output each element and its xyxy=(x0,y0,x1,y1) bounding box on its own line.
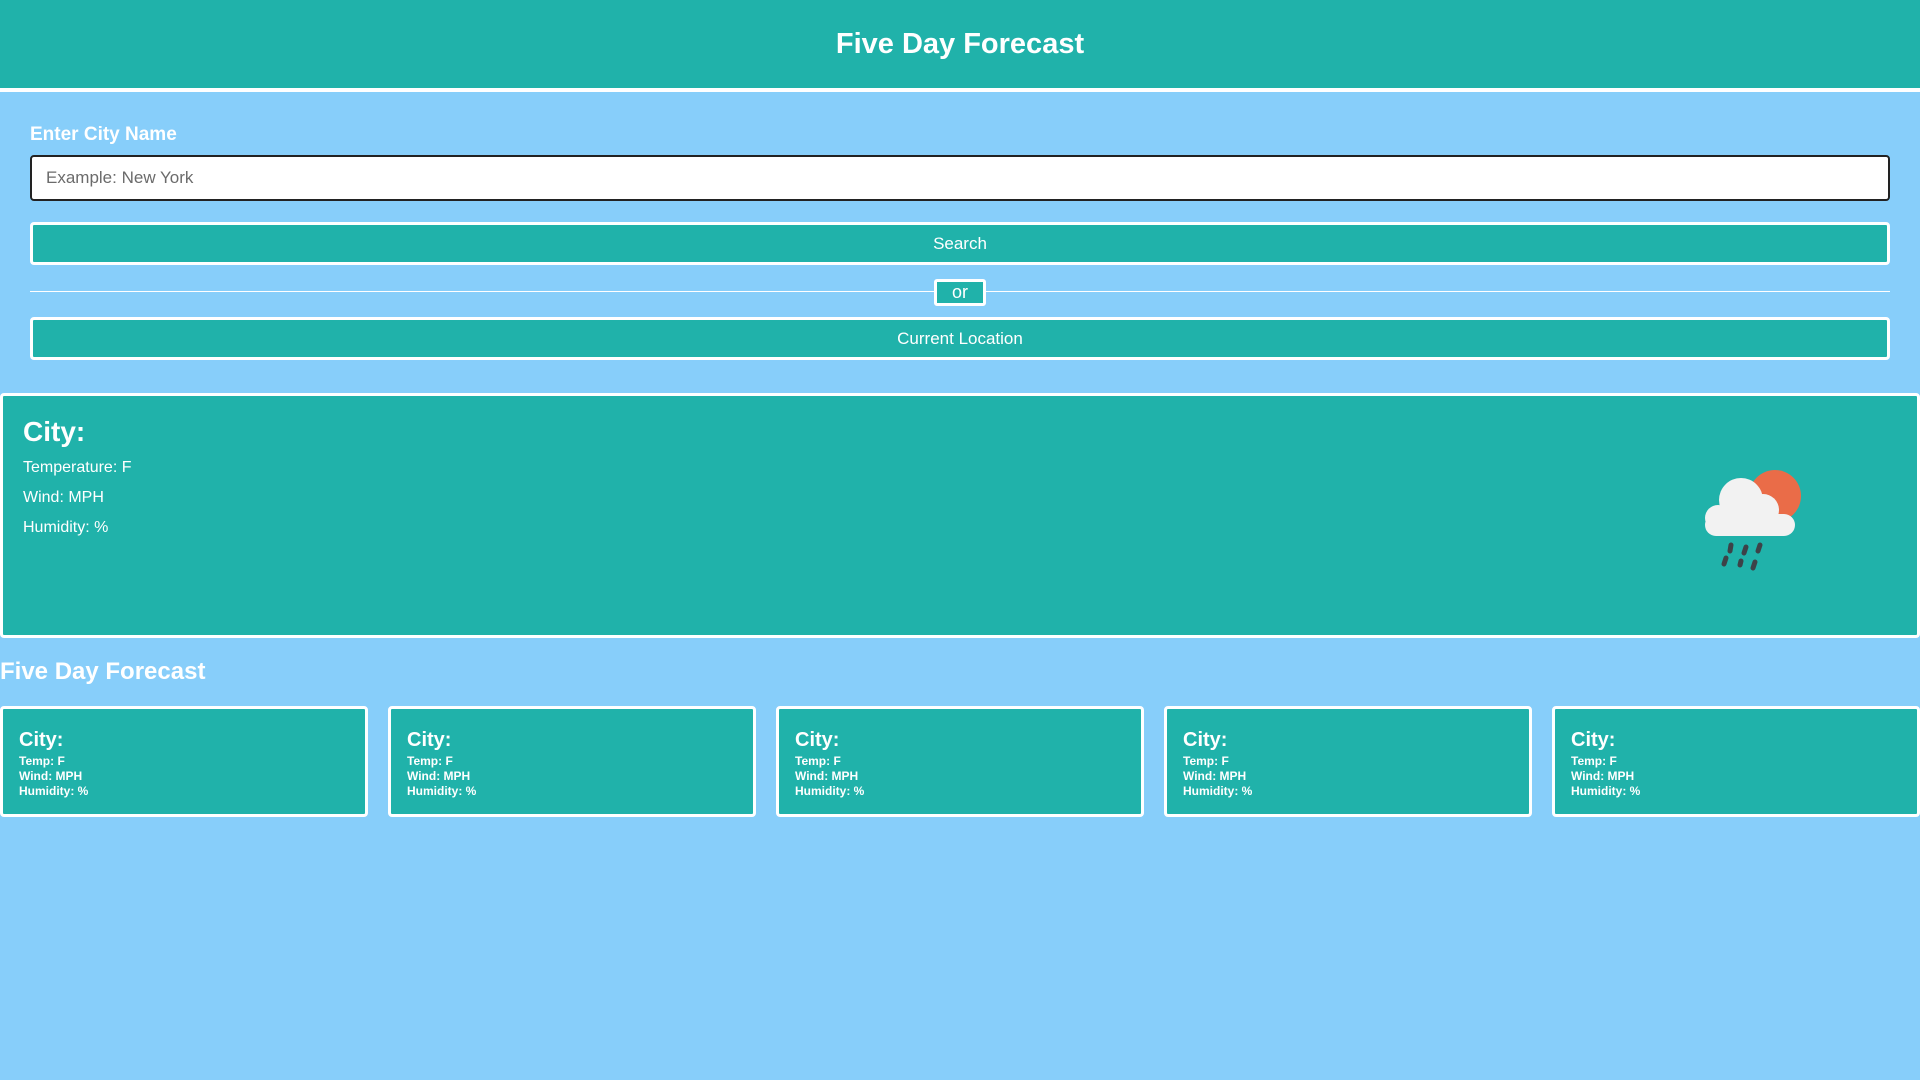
forecast-city: City: xyxy=(1183,729,1228,751)
forecast-temp: Temp: F xyxy=(407,754,453,768)
search-panel: Enter City Name Search or Current Locati… xyxy=(30,124,1890,360)
city-search-input[interactable] xyxy=(30,155,1890,201)
forecast-city: City: xyxy=(407,729,452,751)
forecast-humidity: Humidity: % xyxy=(1183,784,1253,798)
forecast-city: City: xyxy=(795,729,840,751)
forecast-humidity: Humidity: % xyxy=(407,784,477,798)
current-wind: Wind: MPH xyxy=(23,489,104,506)
forecast-humidity: Humidity: % xyxy=(19,784,89,798)
forecast-day-card: City: Temp: F Wind: MPH Humidity: % xyxy=(776,706,1144,817)
current-temperature: Temperature: F xyxy=(23,459,132,476)
forecast-day-card: City: Temp: F Wind: MPH Humidity: % xyxy=(1552,706,1920,817)
current-weather-card: City: Temperature: F Wind: MPH Humidity:… xyxy=(0,393,1920,638)
forecast-temp: Temp: F xyxy=(1183,754,1229,768)
forecast-wind: Wind: MPH xyxy=(795,769,859,783)
or-divider: or xyxy=(30,265,1890,317)
forecast-temp: Temp: F xyxy=(795,754,841,768)
forecast-humidity: Humidity: % xyxy=(1571,784,1641,798)
forecast-wind: Wind: MPH xyxy=(1571,769,1635,783)
app-header: Five Day Forecast xyxy=(0,0,1920,92)
forecast-day-card: City: Temp: F Wind: MPH Humidity: % xyxy=(388,706,756,817)
city-input-label: Enter City Name xyxy=(30,124,177,145)
forecast-day-card: City: Temp: F Wind: MPH Humidity: % xyxy=(1164,706,1532,817)
current-location-button[interactable]: Current Location xyxy=(30,317,1890,360)
cloud-rain-sun-icon xyxy=(1705,470,1801,571)
forecast-city: City: xyxy=(19,729,64,751)
or-badge: or xyxy=(934,279,986,306)
forecast-wind: Wind: MPH xyxy=(1183,769,1247,783)
rain-drops xyxy=(1721,542,1763,571)
forecast-humidity: Humidity: % xyxy=(795,784,865,798)
current-humidity: Humidity: % xyxy=(23,519,109,536)
forecast-temp: Temp: F xyxy=(19,754,65,768)
page-title: Five Day Forecast xyxy=(835,27,1085,60)
current-city-name: City: xyxy=(23,416,86,447)
forecast-city: City: xyxy=(1571,729,1616,751)
forecast-day-card: City: Temp: F Wind: MPH Humidity: % xyxy=(0,706,368,817)
search-button[interactable]: Search xyxy=(30,222,1890,265)
forecast-cards: City: Temp: F Wind: MPH Humidity: % City… xyxy=(0,706,1920,818)
forecast-temp: Temp: F xyxy=(1571,754,1617,768)
forecast-wind: Wind: MPH xyxy=(407,769,471,783)
forecast-heading: Five Day Forecast xyxy=(0,658,206,685)
forecast-wind: Wind: MPH xyxy=(19,769,83,783)
